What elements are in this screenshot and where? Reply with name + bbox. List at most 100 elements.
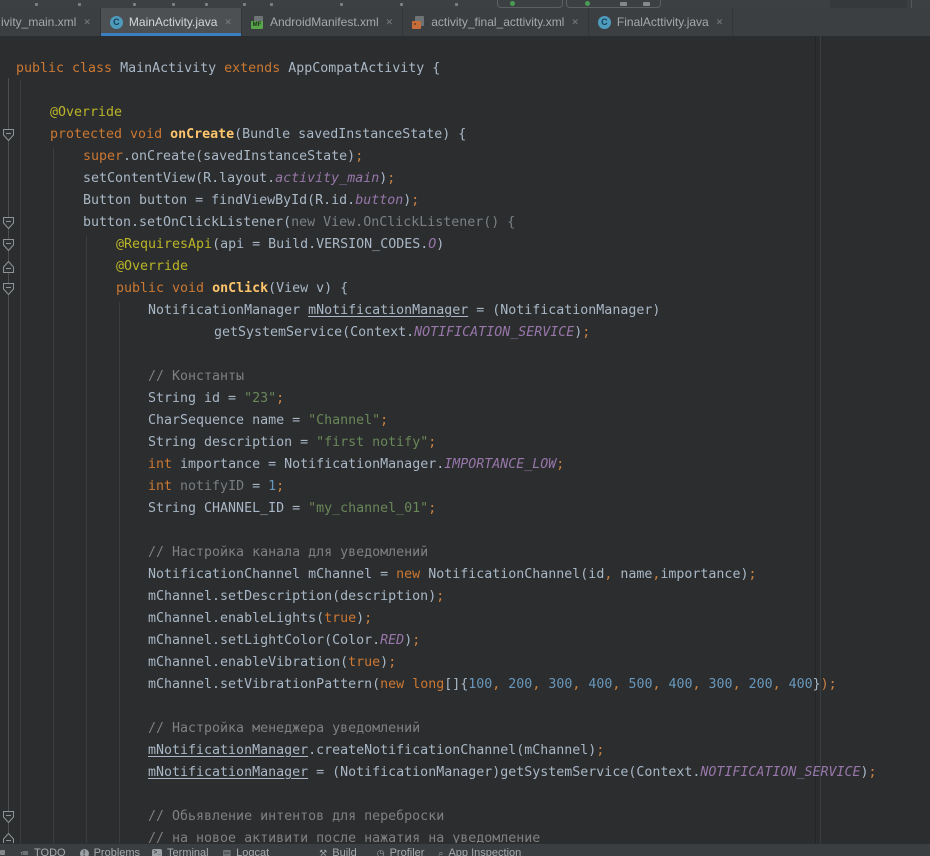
code-token: int	[148, 457, 180, 472]
code-line[interactable]: @Override	[0, 102, 930, 124]
code-token: onClick	[212, 281, 268, 296]
code-line[interactable]: mChannel.setDescription(description);	[0, 586, 930, 608]
code-line[interactable]: public void onClick(View v) {	[0, 278, 930, 300]
code-line[interactable]: mChannel.enableVibration(true);	[0, 652, 930, 674]
toolbar-icon[interactable]	[133, 3, 136, 6]
code-token: public class	[16, 61, 120, 76]
code-token: ;	[276, 479, 284, 494]
code-token: )	[380, 655, 388, 670]
code-line[interactable]: button.setOnClickListener(new View.OnCli…	[0, 212, 930, 234]
code-line[interactable]	[0, 696, 930, 718]
code-line[interactable]: String id = "23";	[0, 388, 930, 410]
code-token: mChannel.enableVibration(	[148, 655, 348, 670]
code-line[interactable]	[0, 520, 930, 542]
code-token: int	[148, 479, 180, 494]
tab-androidmanifest-xml[interactable]: MFAndroidManifest.xml✕	[242, 8, 403, 36]
toolbar-icon[interactable]	[78, 3, 81, 6]
code-line[interactable]	[0, 784, 930, 806]
code-line[interactable]: mChannel.setVibrationPattern(new long[]{…	[0, 674, 930, 696]
code-token: @RequiresApi	[116, 237, 212, 252]
tab-close-icon[interactable]: ✕	[224, 18, 232, 27]
code-line[interactable]	[0, 36, 930, 58]
profile-icon[interactable]	[643, 2, 650, 6]
code-line[interactable]	[0, 80, 930, 102]
code-line[interactable]: // Константы	[0, 366, 930, 388]
code-token: ;	[387, 171, 395, 186]
tab-activity-final-acttivity-xml[interactable]: activity_final_acttivity.xml✕	[403, 8, 589, 36]
tab-close-icon[interactable]: ✕	[386, 18, 394, 27]
code-token: name	[612, 567, 652, 582]
fold-down-icon[interactable]	[2, 282, 15, 296]
code-token: button	[355, 193, 403, 208]
code-line[interactable]: // на новое активити после нажатия на ув…	[0, 828, 930, 843]
toolbar-icon[interactable]	[243, 3, 246, 6]
tab-close-icon[interactable]: ✕	[571, 18, 579, 27]
code-token: 300	[709, 677, 733, 692]
code-token: new	[396, 567, 428, 582]
code-line[interactable]: // Настройка канала для уведомлений	[0, 542, 930, 564]
code-token: @Override	[50, 105, 122, 120]
toolbar-icon[interactable]	[172, 3, 175, 6]
run-config-button[interactable]	[497, 0, 563, 8]
tab-close-icon[interactable]: ✕	[716, 18, 724, 27]
code-line[interactable]: getSystemService(Context.NOTIFICATION_SE…	[0, 322, 930, 344]
device-selector[interactable]	[830, 0, 907, 8]
code-token: )	[860, 765, 868, 780]
code-line[interactable]: @RequiresApi(api = Build.VERSION_CODES.O…	[0, 234, 930, 256]
tab-activity-main-xml[interactable]: ivity_main.xml✕	[0, 8, 101, 36]
fold-up-icon[interactable]	[2, 260, 15, 274]
code-token: ;	[380, 413, 388, 428]
code-line[interactable]: int notifyID = 1;	[0, 476, 930, 498]
debug-icon[interactable]	[620, 2, 627, 6]
code-line[interactable]: Button button = findViewById(R.id.button…	[0, 190, 930, 212]
code-line[interactable]: String CHANNEL_ID = "my_channel_01";	[0, 498, 930, 520]
code-token: ;	[596, 743, 604, 758]
fold-down-icon[interactable]	[2, 238, 15, 252]
code-token: )	[356, 611, 364, 626]
code-area[interactable]: public class MainActivity extends AppCom…	[0, 36, 930, 843]
toolbar-icon[interactable]	[400, 3, 403, 6]
code-editor[interactable]: public class MainActivity extends AppCom…	[0, 36, 930, 843]
code-line[interactable]: mChannel.setLightColor(Color.RED);	[0, 630, 930, 652]
toolbar-icon[interactable]	[205, 3, 208, 6]
tab-mainactivity-java[interactable]: CMainActivity.java✕	[101, 8, 242, 36]
code-line[interactable]: protected void onCreate(Bundle savedInst…	[0, 124, 930, 146]
code-line[interactable]: public class MainActivity extends AppCom…	[0, 58, 930, 80]
code-line[interactable]: CharSequence name = "Channel";	[0, 410, 930, 432]
code-line[interactable]: setContentView(R.layout.activity_main);	[0, 168, 930, 190]
code-token: AppCompatActivity {	[288, 61, 440, 76]
fold-up-icon[interactable]	[2, 832, 15, 843]
code-token: extends	[224, 61, 288, 76]
tab-finalacttivity-java[interactable]: CFinalActtivity.java✕	[589, 8, 733, 36]
code-line[interactable]: mNotificationManager = (NotificationMana…	[0, 762, 930, 784]
code-token: ,	[693, 677, 709, 692]
code-token: "23"	[244, 391, 276, 406]
code-token: importance = NotificationManager.	[180, 457, 444, 472]
toolbar-icon[interactable]	[340, 3, 343, 6]
run-icon[interactable]	[585, 1, 590, 6]
toolbar-icon[interactable]	[455, 3, 458, 6]
code-token: ,	[773, 677, 789, 692]
toolbar-icon[interactable]	[270, 3, 273, 6]
code-line[interactable]: // Настройка менеджера уведомлений	[0, 718, 930, 740]
code-line[interactable]: // Обьявление интентов для переброски	[0, 806, 930, 828]
code-line[interactable]: NotificationChannel mChannel = new Notif…	[0, 564, 930, 586]
code-line[interactable]	[0, 344, 930, 366]
fold-down-icon[interactable]	[2, 128, 15, 142]
code-line[interactable]: int importance = NotificationManager.IMP…	[0, 454, 930, 476]
code-token: 400	[668, 677, 692, 692]
fold-down-icon[interactable]	[2, 810, 15, 824]
java-class-icon: C	[598, 16, 611, 29]
run-icon[interactable]	[510, 1, 515, 6]
code-line[interactable]: mNotificationManager.createNotificationC…	[0, 740, 930, 762]
code-token: ;	[412, 633, 420, 648]
toolbar-icon[interactable]	[35, 3, 38, 6]
code-line[interactable]: String description = "first notify";	[0, 432, 930, 454]
code-line[interactable]: mChannel.enableLights(true);	[0, 608, 930, 630]
code-token: ;	[556, 457, 564, 472]
tab-close-icon[interactable]: ✕	[83, 18, 91, 27]
code-line[interactable]: NotificationManager mNotificationManager…	[0, 300, 930, 322]
code-line[interactable]: super.onCreate(savedInstanceState);	[0, 146, 930, 168]
fold-down-icon[interactable]	[2, 216, 15, 230]
code-line[interactable]: @Override	[0, 256, 930, 278]
